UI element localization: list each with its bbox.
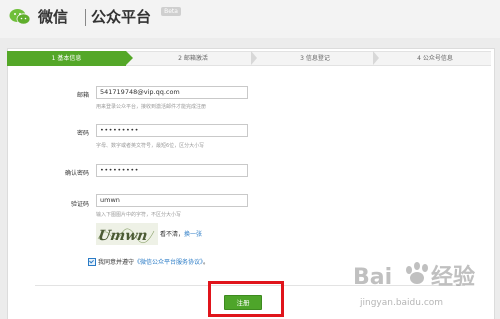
wechat-logo-icon bbox=[9, 9, 31, 25]
step-active-arrow bbox=[126, 51, 133, 65]
svg-text:Bai: Bai bbox=[353, 265, 392, 290]
service-agreement-link[interactable]: 《微信公众平台服务协议》 bbox=[134, 259, 203, 266]
agree-checkbox[interactable] bbox=[88, 257, 96, 266]
progress-steps: 1 基本信息 2 邮箱激活 3 信息登记 4 公众号信息 bbox=[7, 51, 491, 66]
step-email-activation: 2 邮箱激活 bbox=[178, 55, 208, 62]
password-hint: 字母、数字或者英文符号，最短6位，区分大小写 bbox=[96, 143, 205, 149]
top-header: 微信 公众平台 Beta bbox=[0, 0, 500, 38]
agree-text: 我同意并遵守 bbox=[98, 259, 135, 266]
brand-name: 微信 bbox=[38, 8, 69, 26]
email-label: 邮箱 bbox=[76, 92, 89, 99]
product-name: 公众平台 bbox=[91, 8, 152, 26]
confirm-password-label: 确认密码 bbox=[64, 170, 89, 177]
email-hint: 用来登录公众平台，接收到激活邮件才能完成注册 bbox=[96, 104, 207, 110]
captcha-refresh-prefix: 看不清， bbox=[160, 231, 185, 238]
step-info-registration: 3 信息登记 bbox=[300, 55, 330, 62]
captcha-image[interactable]: Umwn bbox=[96, 223, 158, 245]
captcha-text: Umwn bbox=[97, 228, 148, 244]
captcha-refresh: 看不清，换一张 bbox=[160, 229, 202, 238]
brand-divider bbox=[85, 9, 86, 26]
svg-text:经验: 经验 bbox=[431, 264, 475, 290]
email-input[interactable]: 541719748@vip.qq.com bbox=[96, 86, 248, 99]
watermark-url: jingyan.baidu.com bbox=[360, 298, 444, 308]
password-label: 密码 bbox=[76, 130, 89, 137]
agreement-row: 我同意并遵守《微信公众平台服务协议》。 bbox=[88, 257, 209, 267]
step-account-info: 4 公众号信息 bbox=[417, 55, 453, 62]
agree-suffix: 。 bbox=[203, 259, 210, 266]
captcha-label: 验证码 bbox=[70, 201, 89, 208]
password-input[interactable]: ••••••••• bbox=[96, 124, 248, 137]
captcha-hint: 输入下图图片中的字符，不区分大小写 bbox=[96, 212, 182, 218]
register-button[interactable]: 注册 bbox=[224, 295, 262, 310]
captcha-input[interactable]: umwn bbox=[96, 194, 248, 207]
beta-badge: Beta bbox=[161, 7, 181, 16]
confirm-password-input[interactable]: ••••••••• bbox=[96, 164, 248, 177]
step-basic-info: 1 基本信息 bbox=[7, 51, 126, 66]
captcha-graphic: Umwn bbox=[97, 228, 155, 244]
captcha-refresh-link[interactable]: 换一张 bbox=[184, 231, 202, 238]
